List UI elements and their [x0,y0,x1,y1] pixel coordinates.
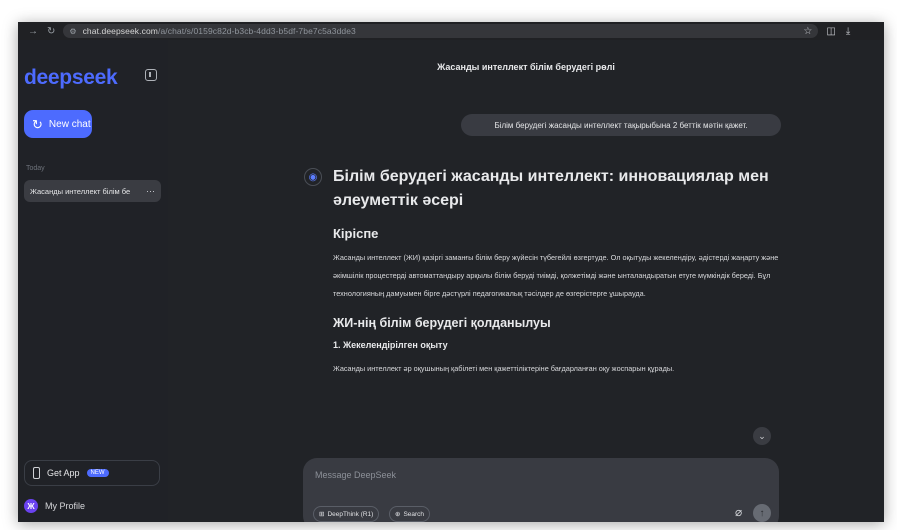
more-options-icon[interactable]: ⋯ [146,186,155,197]
user-message-bubble: Білім берудегі жасанды интеллект тақырыб… [461,114,781,136]
attach-paperclip-icon[interactable]: ⌀ [735,505,742,519]
app-window: → ↻ ⚙ chat.deepseek.com/a/chat/s/0159c82… [18,22,884,522]
intro-paragraph: Жасанды интеллект (ЖИ) қазіргі заманғы б… [333,253,779,298]
my-profile-label: My Profile [45,501,86,511]
subsection-heading: 1. Жекелендірілген оқыту [333,340,448,350]
url-text: chat.deepseek.com/a/chat/s/0159c82d-b3cb… [83,26,356,36]
reload-icon[interactable]: ↻ [47,26,55,37]
chat-title: Жасанды интеллект білім берудегі рөлі [437,62,615,72]
get-app-button[interactable]: Get App NEW [24,460,160,486]
new-chat-button[interactable]: ↻ New chat [24,110,92,138]
subsection-paragraph: Жасанды интеллект әр оқушының қабілеті м… [333,364,675,373]
chat-main: Жасанды интеллект білім берудегі рөлі Бі… [168,40,884,522]
new-badge: NEW [86,469,109,477]
search-toggle[interactable]: ⊕ Search [389,506,431,522]
message-composer: ⊞ DeepThink (R1) ⊕ Search ⌀ ↑ [303,458,779,522]
assistant-response: Білім берудегі жасанды интеллект: иннова… [333,165,783,378]
user-message-text: Білім берудегі жасанды интеллект тақырыб… [494,120,748,130]
response-heading: Білім берудегі жасанды интеллект: иннова… [333,168,769,209]
section-heading: ЖИ-нің білім берудегі қолданылуы [333,316,551,330]
download-icon[interactable]: ⤓ [846,26,850,37]
deepthink-label: DeepThink (R1) [327,510,374,518]
globe-icon: ⊕ [395,511,401,518]
search-label: Search [403,510,425,518]
address-bar[interactable]: ⚙ chat.deepseek.com/a/chat/s/0159c82d-b3… [63,24,819,38]
get-app-label: Get App [47,468,80,478]
deepseek-logo: deepseek [24,66,118,89]
scroll-down-chevron-icon[interactable]: ⌄ [753,427,771,445]
url-path: /a/chat/s/0159c82d-b3cb-4dd3-b5df-7be7c5… [157,26,356,36]
avatar: Ж [24,499,38,513]
url-host: chat.deepseek.com [82,26,158,36]
phone-icon [33,467,40,479]
message-input[interactable] [313,466,757,484]
intro-heading: Кіріспе [333,226,379,241]
send-arrow-icon: ↑ [759,507,765,519]
forward-icon[interactable]: → [28,26,38,37]
new-chat-label: New chat [48,118,91,130]
chat-history-item-label: Жасанды интеллект білім бе [30,186,131,196]
deepthink-icon: ⊞ [319,511,325,518]
deepthink-toggle[interactable]: ⊞ DeepThink (R1) [313,506,380,522]
browser-toolbar: → ↻ ⚙ chat.deepseek.com/a/chat/s/0159c82… [18,22,884,40]
bookmark-star-icon[interactable]: ☆ [803,26,812,37]
deepseek-whale-icon: ◉ [304,168,322,186]
send-button[interactable]: ↑ [753,504,771,522]
section-label-today: Today [26,165,45,172]
site-info-icon[interactable]: ⚙ [69,27,76,36]
chat-history-item[interactable]: Жасанды интеллект білім бе ⋯ [24,180,161,202]
new-chat-icon: ↻ [32,116,43,132]
sidebar-collapse-icon[interactable] [145,69,157,81]
browser-nav: → ↻ [28,26,55,37]
my-profile-button[interactable]: Ж My Profile [24,499,85,513]
sidebar: deepseek ↻ New chat Today Жасанды интелл… [18,40,168,522]
extensions-icon[interactable]: ◫ [826,26,835,37]
browser-actions: ◫ ⤓ [826,26,850,37]
